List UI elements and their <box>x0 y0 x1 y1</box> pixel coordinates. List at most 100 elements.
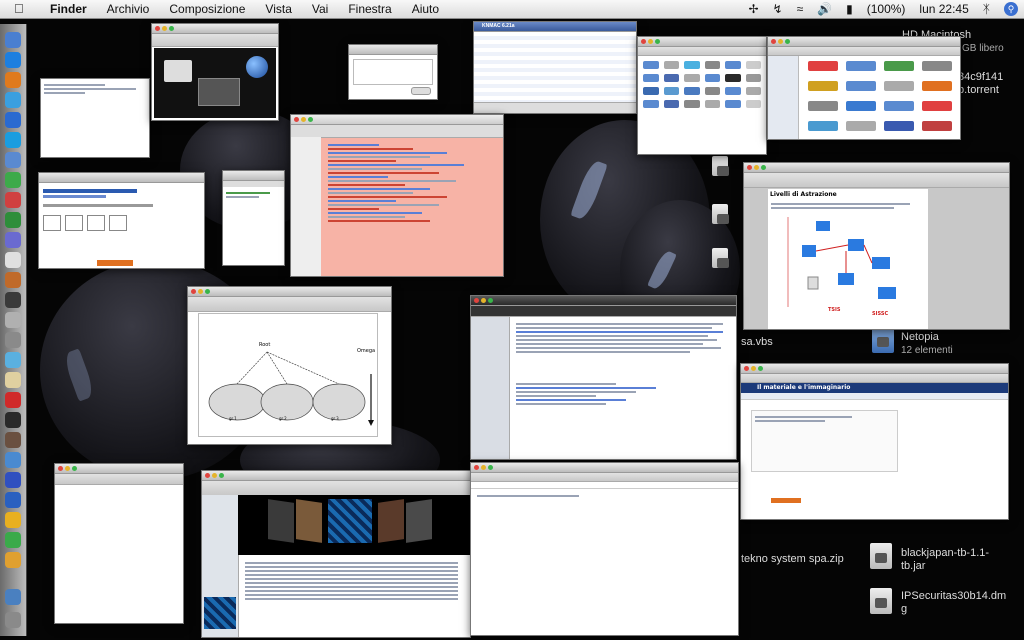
album-cover[interactable] <box>328 499 372 543</box>
app-icon[interactable] <box>5 372 21 388</box>
architecture-diagram <box>787 217 896 307</box>
app-icon[interactable] <box>5 432 21 448</box>
window-browser-it[interactable] <box>38 172 205 269</box>
desktop-jar-file[interactable]: blackjapan-tb-1.1- tb.jar <box>901 547 989 573</box>
window-diagram[interactable]: Root Omega gr.1 gr.2 gr.3 <box>187 286 392 445</box>
window-finder-empty[interactable] <box>54 463 184 624</box>
window-small-list[interactable] <box>222 170 285 266</box>
document-icon[interactable] <box>712 248 729 268</box>
menu-vista[interactable]: Vista <box>255 1 301 17</box>
folder-icon[interactable] <box>872 327 894 353</box>
finder-sidebar[interactable] <box>768 56 799 139</box>
diagram-group-1: gr.1 <box>229 416 237 421</box>
window-system-profiler[interactable] <box>151 23 279 121</box>
page-header: Il materiale e l'immaginario <box>741 383 1008 393</box>
jar-file-icon[interactable] <box>870 543 892 569</box>
torrent-name-line2: b.torrent <box>958 84 999 96</box>
app-icon[interactable] <box>5 392 21 408</box>
imac-icon <box>164 60 192 82</box>
desktop-zip-file[interactable]: tekno system spa.zip <box>741 553 844 566</box>
window-document-editor[interactable]: Livelli di Astrazione TSIS SISSC <box>743 162 1010 330</box>
app-icon[interactable] <box>5 192 21 208</box>
menu-aiuto[interactable]: Aiuto <box>402 1 449 17</box>
battery-icon[interactable]: ▮ <box>846 1 853 17</box>
clock[interactable]: lun 22:45 <box>919 1 968 17</box>
trash-icon[interactable] <box>5 612 21 628</box>
skype-icon[interactable] <box>5 132 21 148</box>
mail-icon[interactable] <box>5 92 21 108</box>
window-kwrite[interactable]: KNMAC 6.21a <box>473 21 637 114</box>
desktop-dmg-file[interactable]: IPSecuritas30b14.dm g <box>901 590 1006 616</box>
tree-diagram <box>208 351 374 426</box>
orange-link[interactable] <box>771 498 801 503</box>
window-applications[interactable] <box>767 36 961 140</box>
zip-name: tekno system spa.zip <box>741 553 844 565</box>
app-icon[interactable] <box>5 492 21 508</box>
document-icon[interactable] <box>712 156 729 176</box>
desktop-vbs-file[interactable]: sa.vbs <box>741 336 773 349</box>
bluetooth-icon[interactable]: ᛡ <box>983 1 990 17</box>
volume-icon[interactable]: 🔊 <box>817 1 832 17</box>
window-itunes[interactable] <box>201 470 471 638</box>
app-icon[interactable] <box>5 272 21 288</box>
window-small-dialog[interactable] <box>348 44 438 100</box>
app-icon[interactable] <box>5 212 21 228</box>
finder-icon[interactable] <box>5 32 21 48</box>
app-icon[interactable] <box>5 352 21 368</box>
terminal-icon[interactable] <box>5 292 21 308</box>
desktop-netopia-folder[interactable]: Netopia 12 elementi <box>901 331 953 357</box>
globe-icon <box>246 56 268 78</box>
preview-area <box>154 48 276 118</box>
menu-archivio[interactable]: Archivio <box>97 1 160 17</box>
wifi-icon[interactable]: ≈ <box>797 1 804 17</box>
menu-composizione[interactable]: Composizione <box>159 1 255 17</box>
app-icon[interactable] <box>5 332 21 348</box>
coverflow-area <box>238 495 470 555</box>
vbs-name: sa.vbs <box>741 336 773 348</box>
downloads-stack-icon[interactable] <box>5 589 21 605</box>
script-menu-icon[interactable]: ✢ <box>748 1 758 17</box>
orange-button[interactable] <box>97 260 133 266</box>
slide-label-1: TSIS <box>828 307 841 313</box>
app-icon[interactable] <box>5 312 21 328</box>
app-icon[interactable] <box>5 552 21 568</box>
safari-icon[interactable] <box>5 52 21 68</box>
bolt-icon[interactable]: ↯ <box>773 1 783 17</box>
document-icon[interactable] <box>712 204 729 224</box>
mail-sidebar[interactable] <box>471 317 510 459</box>
battery-percent[interactable]: (100%) <box>867 1 906 17</box>
jar-name-line2: tb.jar <box>901 560 926 572</box>
calendar-icon[interactable] <box>5 252 21 268</box>
diagram-group-3: gr.3 <box>331 416 339 421</box>
ok-button[interactable] <box>411 87 431 95</box>
netopia-count: 12 elementi <box>901 345 953 356</box>
app-icon[interactable] <box>5 152 21 168</box>
diagram-canvas: Root Omega gr.1 gr.2 gr.3 <box>198 313 378 437</box>
window-firefox[interactable]: Il materiale e l'immaginario <box>740 363 1009 520</box>
ichat-icon[interactable] <box>5 112 21 128</box>
window-code-editor[interactable] <box>290 114 504 277</box>
window-mail[interactable] <box>470 295 737 460</box>
app-icon[interactable] <box>5 172 21 188</box>
apple-menu-icon[interactable]:  <box>14 1 24 16</box>
dmg-file-icon[interactable] <box>870 588 892 614</box>
app-icon[interactable] <box>5 412 21 428</box>
document-page: Livelli di Astrazione TSIS SISSC <box>768 189 928 329</box>
app-icon[interactable] <box>5 512 21 528</box>
firefox-icon[interactable] <box>5 72 21 88</box>
app-icon[interactable] <box>5 472 21 488</box>
status-area: ✢ ↯ ≈ 🔊 ▮ (100%) lun 22:45 ᛡ ⚲ <box>748 1 1018 17</box>
menu-finestra[interactable]: Finestra <box>338 1 401 17</box>
artwork-thumbnail <box>204 597 236 629</box>
torrent-name-line1: 84c9f141 <box>958 71 1004 83</box>
window-system-preferences[interactable] <box>637 36 767 155</box>
spotlight-icon[interactable]: ⚲ <box>1004 2 1018 16</box>
window-browser-blank[interactable] <box>470 462 739 636</box>
app-icon[interactable] <box>5 452 21 468</box>
window-textedit[interactable] <box>40 78 150 158</box>
app-icon[interactable] <box>5 532 21 548</box>
menu-vai[interactable]: Vai <box>302 1 338 17</box>
app-icon[interactable] <box>5 232 21 248</box>
menu-finder[interactable]: Finder <box>40 1 97 17</box>
desktop-torrent-file[interactable]: 84c9f141 b.torrent <box>958 71 1003 97</box>
